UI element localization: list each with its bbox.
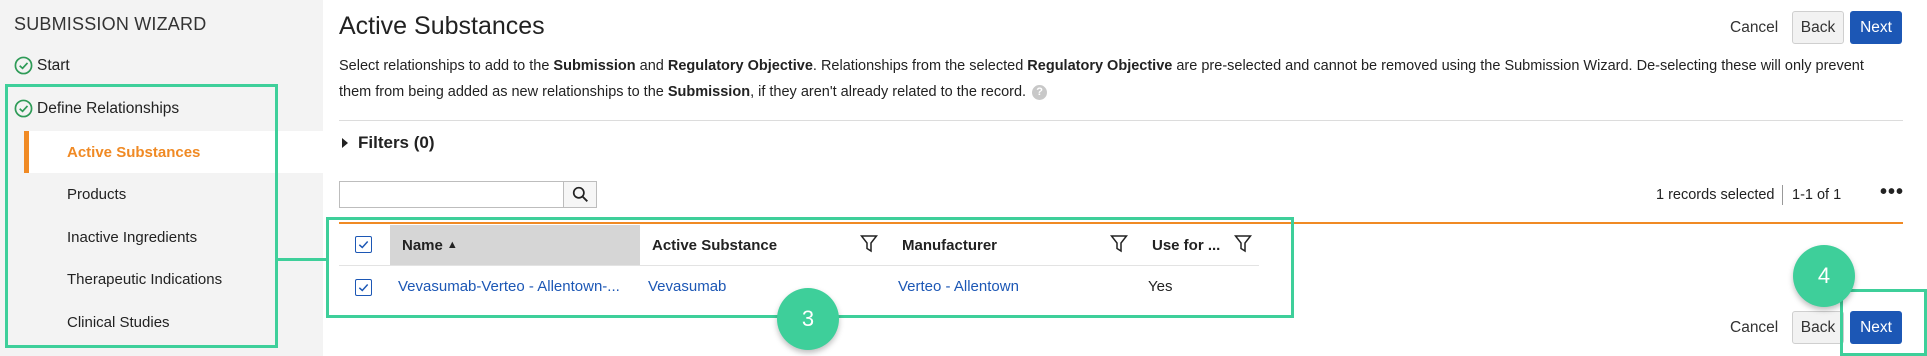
page-title: Active Substances (339, 12, 545, 40)
separator (1782, 185, 1783, 205)
annotation-highlight-next (1840, 289, 1927, 356)
caret-right-icon (342, 138, 348, 148)
search-input[interactable] (339, 181, 563, 208)
search-icon (572, 186, 588, 202)
step-start[interactable]: Start (14, 56, 70, 75)
annotation-badge-3: 3 (777, 288, 839, 350)
back-button-top[interactable]: Back (1792, 11, 1844, 44)
annotation-highlight-sidebar (5, 84, 278, 348)
page-range: 1-1 of 1 (1792, 187, 1842, 203)
more-options-icon[interactable]: ••• (1880, 182, 1904, 202)
cancel-button-bottom[interactable]: Cancel (1730, 319, 1778, 337)
help-icon[interactable]: ? (1032, 84, 1048, 100)
filters-label: Filters (0) (358, 133, 435, 152)
records-selected: 1 records selected (1656, 187, 1775, 203)
filters-toggle[interactable]: Filters (0) (342, 133, 435, 153)
search-button[interactable] (563, 181, 597, 208)
divider (339, 120, 1903, 121)
cancel-button-top[interactable]: Cancel (1730, 19, 1778, 37)
back-button-bottom[interactable]: Back (1792, 311, 1844, 344)
step-label: Start (37, 56, 70, 74)
check-circle-icon (14, 56, 33, 75)
annotation-connector (278, 258, 326, 261)
next-button-top[interactable]: Next (1850, 11, 1902, 44)
wizard-title: SUBMISSION WIZARD (14, 14, 207, 34)
annotation-badge-4: 4 (1793, 245, 1855, 307)
description-text: Select relationships to add to the Submi… (339, 58, 1864, 100)
